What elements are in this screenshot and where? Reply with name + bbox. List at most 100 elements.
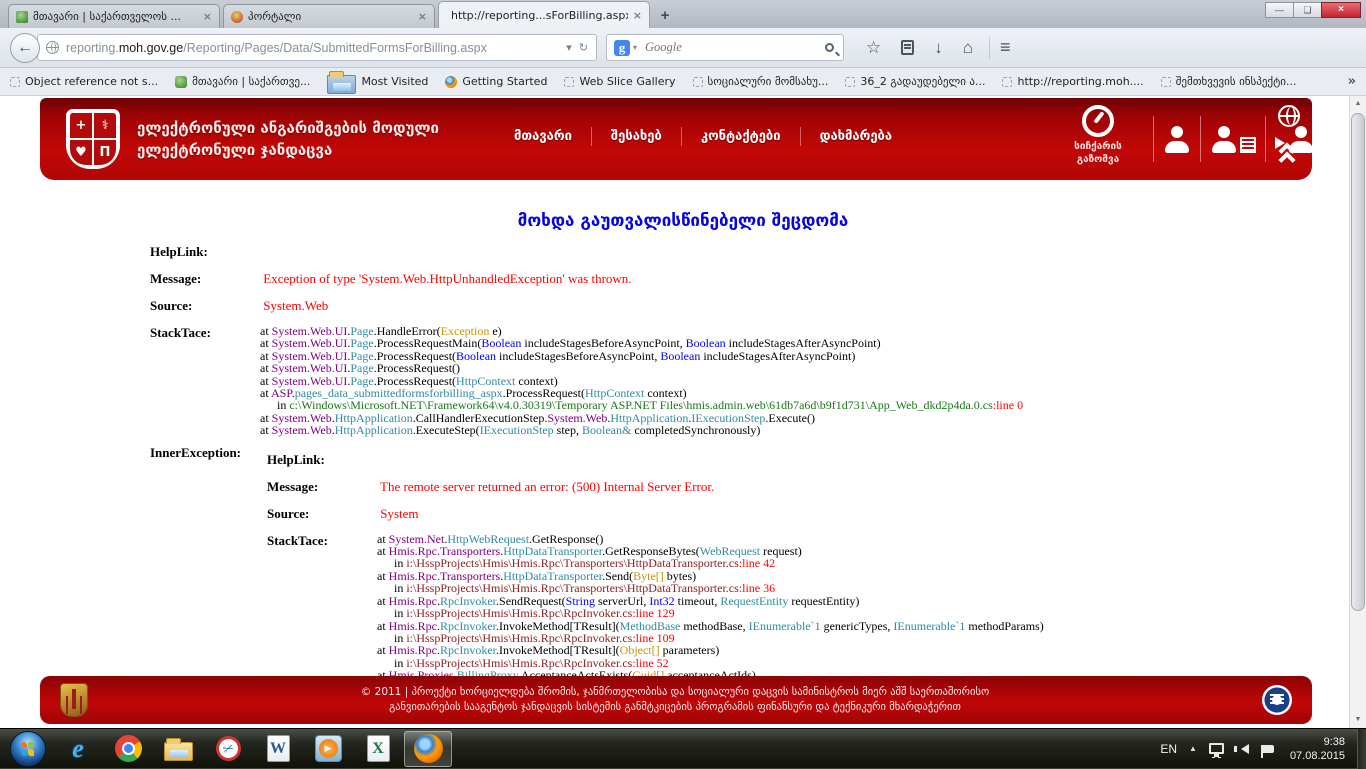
scroll-down-arrow[interactable]: ▼ <box>1350 712 1366 728</box>
header-divider <box>1265 116 1266 162</box>
excel-icon: X <box>367 735 390 762</box>
close-button[interactable]: × <box>1321 2 1361 18</box>
nav-item-contacts[interactable]: კონტაქტები <box>681 127 800 146</box>
site-logo[interactable]: + ⚕ ♥ Π ელექტრონული ანგარიშგების მოდული … <box>66 109 439 169</box>
language-globe-icon[interactable] <box>1278 105 1300 127</box>
tab-reporting-active[interactable]: http://reporting...sForBilling.aspx × <box>438 1 650 28</box>
site-header: + ⚕ ♥ Π ელექტრონული ანგარიშგების მოდული … <box>40 98 1312 180</box>
scissors-icon: ✂ <box>212 732 244 764</box>
message-value: The remote server returned an error: (50… <box>380 479 714 494</box>
back-button[interactable]: ← <box>10 33 40 63</box>
tab-close-icon[interactable]: × <box>203 10 212 23</box>
bookmark-item-getting-started[interactable]: Getting Started <box>445 75 547 88</box>
url-bar[interactable]: reporting.moh.gov.ge/Reporting/Pages/Dat… <box>37 34 597 61</box>
bookmark-placeholder-icon <box>564 77 574 87</box>
clock-date: 07.08.2015 <box>1290 749 1345 763</box>
tab-portali[interactable]: პორტალი × <box>223 4 435 28</box>
bookmark-item[interactable]: 36_2 გადაუდებელი ა... <box>845 75 985 88</box>
bookmark-placeholder-icon <box>845 77 855 87</box>
source-row: Source: System <box>267 506 1366 522</box>
site-identity-globe-icon[interactable] <box>46 41 59 54</box>
taskbar-chrome[interactable] <box>104 731 152 767</box>
nav-item-help[interactable]: დახმარება <box>800 127 911 146</box>
downloads-icon[interactable]: ↓ <box>934 39 943 56</box>
start-button[interactable] <box>4 731 52 767</box>
bookmarks-overflow-chevron[interactable]: » <box>1348 74 1356 89</box>
bookmark-item[interactable]: შემთხვევის ინსპექტი... <box>1161 75 1297 88</box>
taskbar-firefox-active[interactable] <box>404 731 452 767</box>
nav-item-home[interactable]: მთავარი <box>495 127 591 146</box>
tab-title: მთავარი | საქართველოს ... <box>33 10 198 23</box>
taskbar-internet-explorer[interactable]: e <box>54 731 102 767</box>
page-scrollbar[interactable]: ▲ ▼ <box>1349 96 1366 728</box>
taskbar-explorer[interactable] <box>154 731 202 767</box>
bookmark-item-most-visited[interactable]: Most Visited <box>327 70 428 94</box>
taskbar-clock[interactable]: 9:38 07.08.2015 <box>1290 735 1345 763</box>
google-engine-icon[interactable]: g <box>614 40 630 56</box>
speed-label-line1: სიჩქარის <box>1056 140 1140 153</box>
exception-details: HelpLink: Message: Exception of type 'Sy… <box>150 244 1366 714</box>
maximize-button[interactable]: ❏ <box>1293 2 1322 18</box>
person-icon <box>1210 126 1238 153</box>
bookmarks-bar: Object reference not s... მთავარი | საქა… <box>0 68 1366 96</box>
tab-close-icon[interactable]: × <box>633 9 642 22</box>
bookmark-item[interactable]: http://reporting.moh.... <box>1002 75 1143 88</box>
bookmark-star-icon[interactable]: ☆ <box>866 39 881 56</box>
clock-time: 9:38 <box>1290 735 1345 749</box>
bookmark-placeholder-icon <box>1161 77 1171 87</box>
inner-exception-section: InnerException: HelpLink: Message: The r… <box>150 445 1366 715</box>
windows-taskbar: e ✂ W ▶ X EN ▲ 9:38 07.08.2015 <box>0 728 1366 768</box>
engine-dropdown-icon[interactable]: ▾ <box>633 43 637 52</box>
word-icon: W <box>267 735 290 762</box>
message-value: Exception of type 'System.Web.HttpUnhand… <box>263 271 631 286</box>
minimize-button[interactable]: — <box>1265 2 1294 18</box>
bookmark-item[interactable]: Object reference not s... <box>10 75 158 88</box>
tab-bar: მთავარი | საქართველოს ... × პორტალი × ht… <box>0 0 1366 28</box>
message-row: Message: Exception of type 'System.Web.H… <box>150 271 1366 287</box>
search-input[interactable] <box>643 39 825 56</box>
inner-exception-label: InnerException: <box>150 445 267 715</box>
tab-close-icon[interactable]: × <box>418 10 427 23</box>
speaker-icon[interactable] <box>1236 744 1249 754</box>
scroll-up-arrow[interactable]: ▲ <box>1350 96 1366 112</box>
speedometer-icon <box>1082 105 1114 137</box>
header-divider <box>1153 116 1154 162</box>
show-desktop-button[interactable] <box>1357 729 1366 769</box>
bookmark-item[interactable]: სოციალური მომსახუ... <box>693 75 829 88</box>
user-profile-icon[interactable] <box>1163 126 1191 153</box>
tray-expand-arrow-icon[interactable]: ▲ <box>1189 744 1197 753</box>
taskbar-snipping-tool[interactable]: ✂ <box>204 731 252 767</box>
tab-title: http://reporting...sForBilling.aspx <box>451 9 628 22</box>
taskbar-excel[interactable]: X <box>354 731 402 767</box>
brand-title: ელექტრონული ანგარიშგების მოდული ელექტრონ… <box>137 117 439 161</box>
new-tab-button[interactable]: + <box>653 6 677 26</box>
scrollbar-thumb[interactable] <box>1351 113 1365 611</box>
taskbar-media-player[interactable]: ▶ <box>304 731 352 767</box>
bookmarks-menu-icon[interactable] <box>901 40 914 55</box>
bookmark-item[interactable]: Web Slice Gallery <box>564 75 675 88</box>
helplink-label: HelpLink: <box>150 244 260 260</box>
menu-hamburger-icon[interactable]: ≡ <box>1000 37 1011 58</box>
nav-item-about[interactable]: შესახებ <box>591 127 681 146</box>
cross-icon: + <box>70 113 92 138</box>
bookmark-item[interactable]: მთავარი | საქართვე... <box>175 75 310 88</box>
search-icon[interactable] <box>825 43 834 52</box>
message-label: Message: <box>150 271 260 287</box>
url-dropdown-icon[interactable]: ▾ <box>566 41 572 54</box>
home-icon[interactable]: ⌂ <box>963 39 973 56</box>
reload-icon[interactable]: ↻ <box>579 41 588 54</box>
source-row: Source: System.Web <box>150 298 1366 314</box>
speed-test-widget[interactable]: სიჩქარის გაზომვა <box>1056 105 1140 166</box>
language-indicator[interactable]: EN <box>1160 742 1177 756</box>
user-list-icon[interactable] <box>1210 126 1256 153</box>
url-text[interactable]: reporting.moh.gov.ge/Reporting/Pages/Dat… <box>66 41 559 55</box>
tab-favicon-portal <box>231 11 243 23</box>
toolbar-separator <box>989 37 990 59</box>
tab-mtavari[interactable]: მთავარი | საქართველოს ... × <box>8 4 220 28</box>
collapse-chevrons-icon[interactable] <box>1279 145 1299 167</box>
network-icon[interactable] <box>1209 743 1224 754</box>
taskbar-word[interactable]: W <box>254 731 302 767</box>
search-bar[interactable]: g ▾ <box>606 34 844 61</box>
stacktrace-outer: at System.Web.UI.Page.HandleError(Except… <box>260 325 1366 437</box>
action-center-flag-icon[interactable] <box>1263 745 1274 753</box>
